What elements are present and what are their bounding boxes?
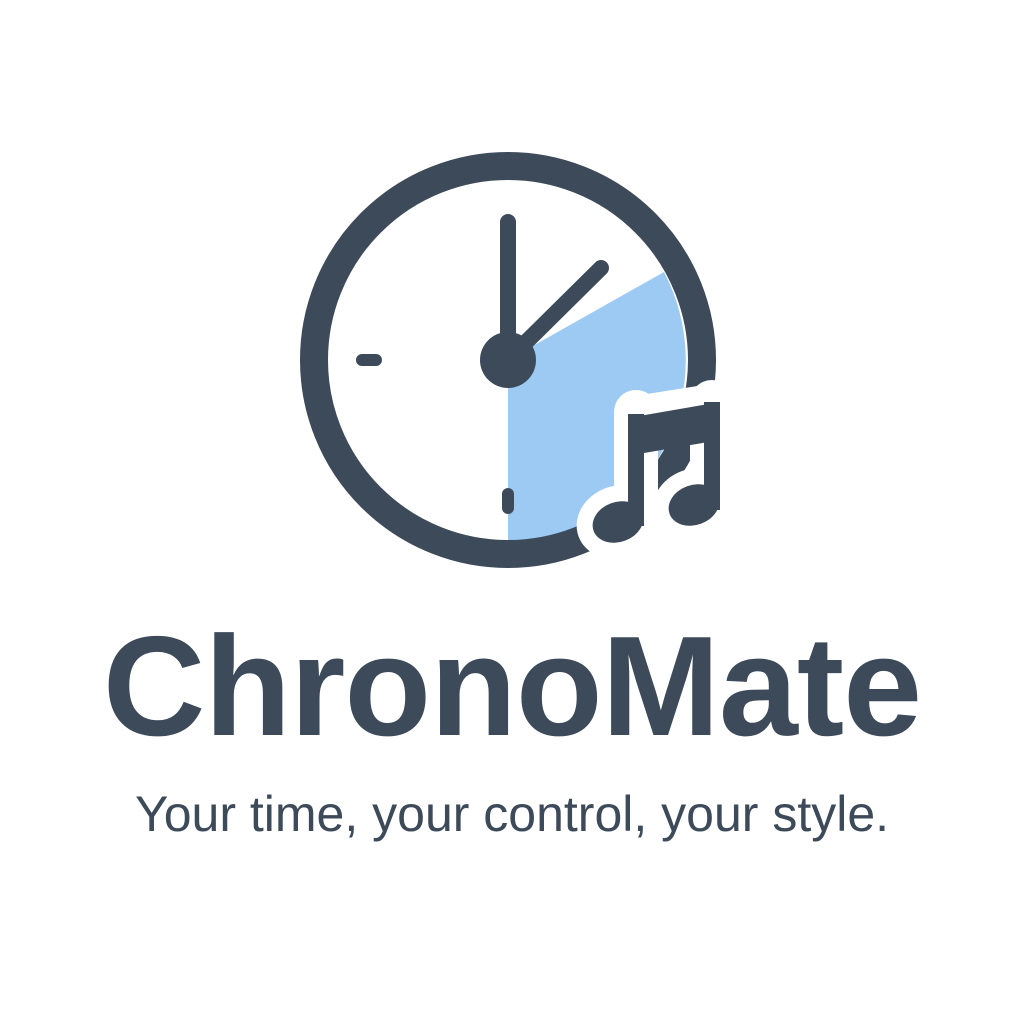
brand-name: ChronoMate bbox=[102, 607, 922, 766]
clock-center-hub bbox=[480, 332, 536, 388]
logo-mark bbox=[300, 152, 736, 568]
tagline: Your time, your control, your style. bbox=[134, 786, 890, 842]
